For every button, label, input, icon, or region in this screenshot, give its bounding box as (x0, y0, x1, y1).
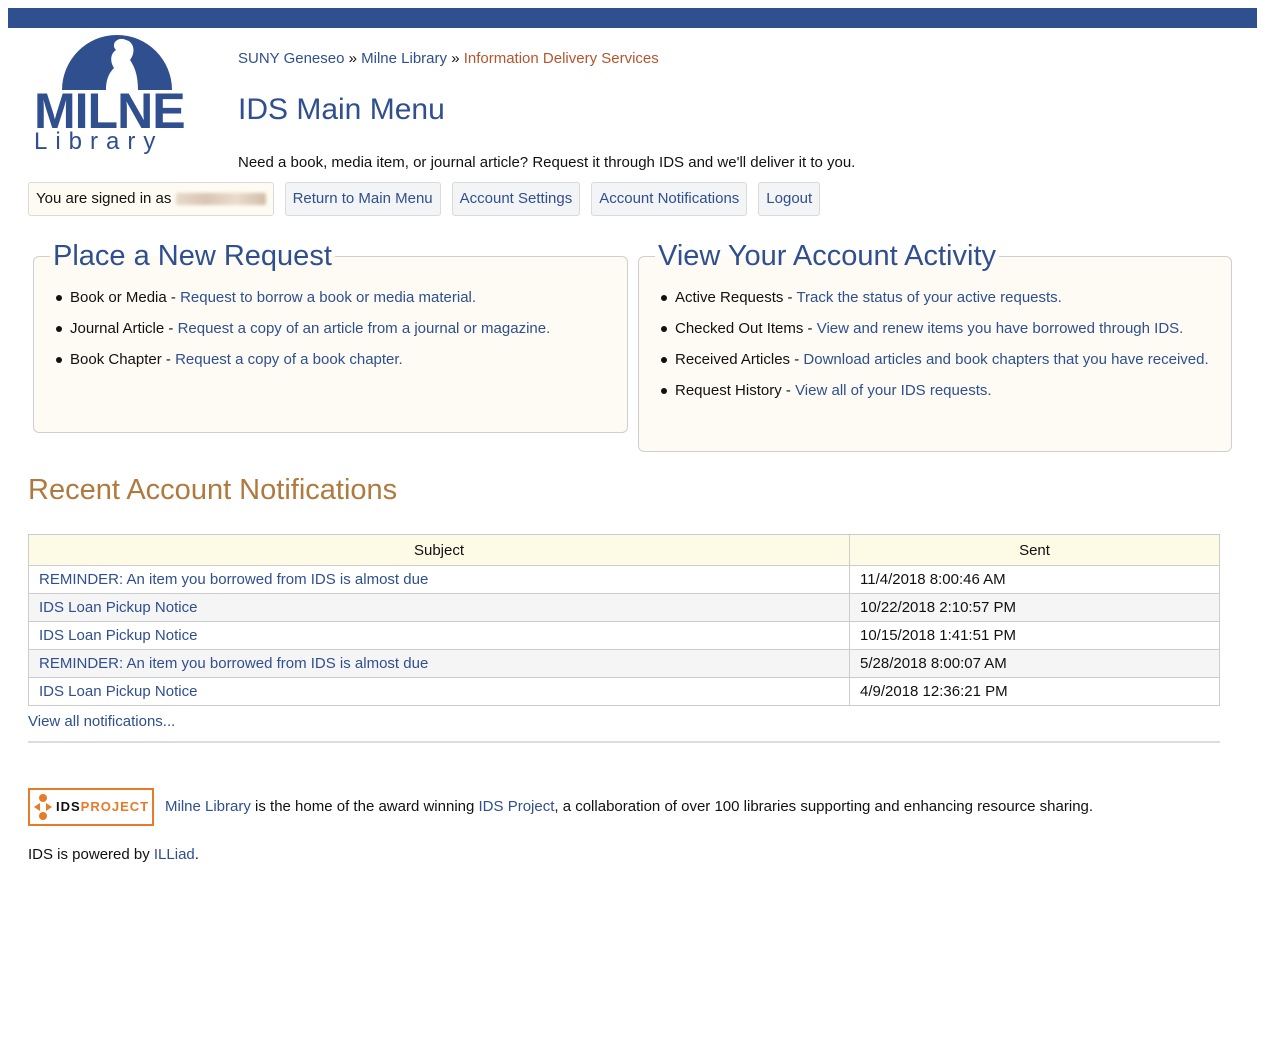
table-row: REMINDER: An item you borrowed from IDS … (28, 649, 1220, 678)
notifications-table: Subject Sent REMINDER: An item you borro… (28, 534, 1220, 706)
badge-project-text: PROJECT (80, 799, 150, 814)
account-settings-button[interactable]: Account Settings (451, 182, 581, 216)
table-row: REMINDER: An item you borrowed from IDS … (28, 565, 1220, 594)
breadcrumb-suny-geneseo[interactable]: SUNY Geneseo (238, 50, 344, 67)
powered-by: IDS is powered by ILLiad. (28, 846, 199, 863)
notification-subject-link[interactable]: REMINDER: An item you borrowed from IDS … (39, 571, 428, 588)
received-articles-link[interactable]: Download articles and book chapters that… (803, 351, 1208, 368)
intro-text: Need a book, media item, or journal arti… (238, 154, 856, 171)
notification-sent-date: 11/4/2018 8:00:46 AM (849, 565, 1220, 594)
account-activity-title: View Your Account Activity (658, 240, 997, 272)
new-request-title: Place a New Request (53, 240, 332, 272)
notification-sent-date: 4/9/2018 12:36:21 PM (849, 677, 1220, 706)
ids-project-wordmark: IDSPROJECT (56, 799, 149, 814)
breadcrumb-milne-library[interactable]: Milne Library (361, 50, 447, 67)
list-item: Book or Media - Request to borrow a book… (54, 287, 627, 308)
request-history-link[interactable]: View all of your IDS requests. (795, 382, 991, 399)
badge-ids-text: IDS (56, 799, 81, 814)
section-divider (28, 741, 1220, 743)
notification-sent-date: 10/15/2018 1:41:51 PM (849, 621, 1220, 650)
table-row: IDS Loan Pickup Notice 10/15/2018 1:41:5… (28, 621, 1220, 650)
ids-project-link[interactable]: IDS Project (479, 798, 555, 815)
list-item: Journal Article - Request a copy of an a… (54, 318, 627, 339)
table-row: IDS Loan Pickup Notice 10/22/2018 2:10:5… (28, 593, 1220, 622)
top-banner-bar (8, 8, 1257, 28)
return-main-menu-button[interactable]: Return to Main Menu (284, 182, 441, 216)
redacted-username (175, 193, 266, 206)
book-media-label: Book or Media (70, 289, 167, 306)
notifications-heading: Recent Account Notifications (28, 474, 398, 506)
powered-by-period: . (194, 846, 199, 863)
list-item: Checked Out Items - View and renew items… (659, 318, 1231, 339)
illiad-link[interactable]: ILLiad (154, 846, 195, 863)
account-activity-panel: View Your Account Activity Active Reques… (638, 240, 1232, 452)
notification-subject-link[interactable]: IDS Loan Pickup Notice (39, 627, 197, 644)
request-history-label: Request History (675, 382, 782, 399)
view-all-notifications-link[interactable]: View all notifications... (28, 713, 175, 730)
account-nav-bar: You are signed in as Return to Main Menu… (28, 182, 821, 216)
journal-article-label: Journal Article (70, 320, 165, 337)
column-header-sent[interactable]: Sent (849, 534, 1220, 566)
milne-library-logo[interactable]: MILNE Library (30, 30, 206, 156)
logo-subtitle: Library (34, 128, 164, 155)
ids-project-arrows-icon (34, 794, 52, 820)
notification-subject-link[interactable]: IDS Loan Pickup Notice (39, 683, 197, 700)
checked-out-items-label: Checked Out Items (675, 320, 804, 337)
breadcrumb-separator: » (451, 50, 460, 67)
logout-button[interactable]: Logout (758, 182, 821, 216)
received-articles-label: Received Articles (675, 351, 791, 368)
milne-library-link[interactable]: Milne Library (165, 798, 251, 815)
book-media-request-link[interactable]: Request to borrow a book or media materi… (180, 289, 476, 306)
book-chapter-label: Book Chapter (70, 351, 162, 368)
powered-by-text: IDS is powered by (28, 846, 154, 863)
active-requests-label: Active Requests (675, 289, 784, 306)
footer-text-1: is the home of the award winning (250, 798, 479, 815)
breadcrumb-current: Information Delivery Services (463, 50, 659, 67)
journal-article-request-link[interactable]: Request a copy of an article from a jour… (178, 320, 551, 337)
list-item: Request History - View all of your IDS r… (659, 380, 1231, 401)
logo-silhouette-icon (62, 35, 172, 90)
book-chapter-request-link[interactable]: Request a copy of a book chapter. (175, 351, 403, 368)
new-request-panel: Place a New Request Book or Media - Requ… (33, 240, 628, 433)
notification-subject-link[interactable]: IDS Loan Pickup Notice (39, 599, 197, 616)
account-notifications-button[interactable]: Account Notifications (591, 182, 748, 216)
page-title: IDS Main Menu (238, 93, 445, 126)
list-item: Book Chapter - Request a copy of a book … (54, 349, 627, 370)
footer-about: Milne Library is the home of the award w… (165, 798, 1093, 815)
notification-sent-date: 5/28/2018 8:00:07 AM (849, 649, 1220, 678)
checked-out-items-link[interactable]: View and renew items you have borrowed t… (817, 320, 1184, 337)
ids-project-logo[interactable]: IDSPROJECT (28, 788, 154, 826)
footer-text-2: , a collaboration of over 100 libraries … (554, 798, 1094, 815)
notification-subject-link[interactable]: REMINDER: An item you borrowed from IDS … (39, 655, 428, 672)
column-header-subject[interactable]: Subject (28, 534, 850, 566)
active-requests-link[interactable]: Track the status of your active requests… (796, 289, 1061, 306)
list-item: Received Articles - Download articles an… (659, 349, 1231, 370)
list-item: Active Requests - Track the status of yo… (659, 287, 1231, 308)
signed-in-label: You are signed in as (36, 190, 172, 207)
notification-sent-date: 10/22/2018 2:10:57 PM (849, 593, 1220, 622)
breadcrumb: SUNY Geneseo » Milne Library » Informati… (238, 50, 659, 67)
table-row: IDS Loan Pickup Notice 4/9/2018 12:36:21… (28, 677, 1220, 706)
signed-in-status: You are signed in as (28, 182, 274, 216)
breadcrumb-separator: » (348, 50, 357, 67)
